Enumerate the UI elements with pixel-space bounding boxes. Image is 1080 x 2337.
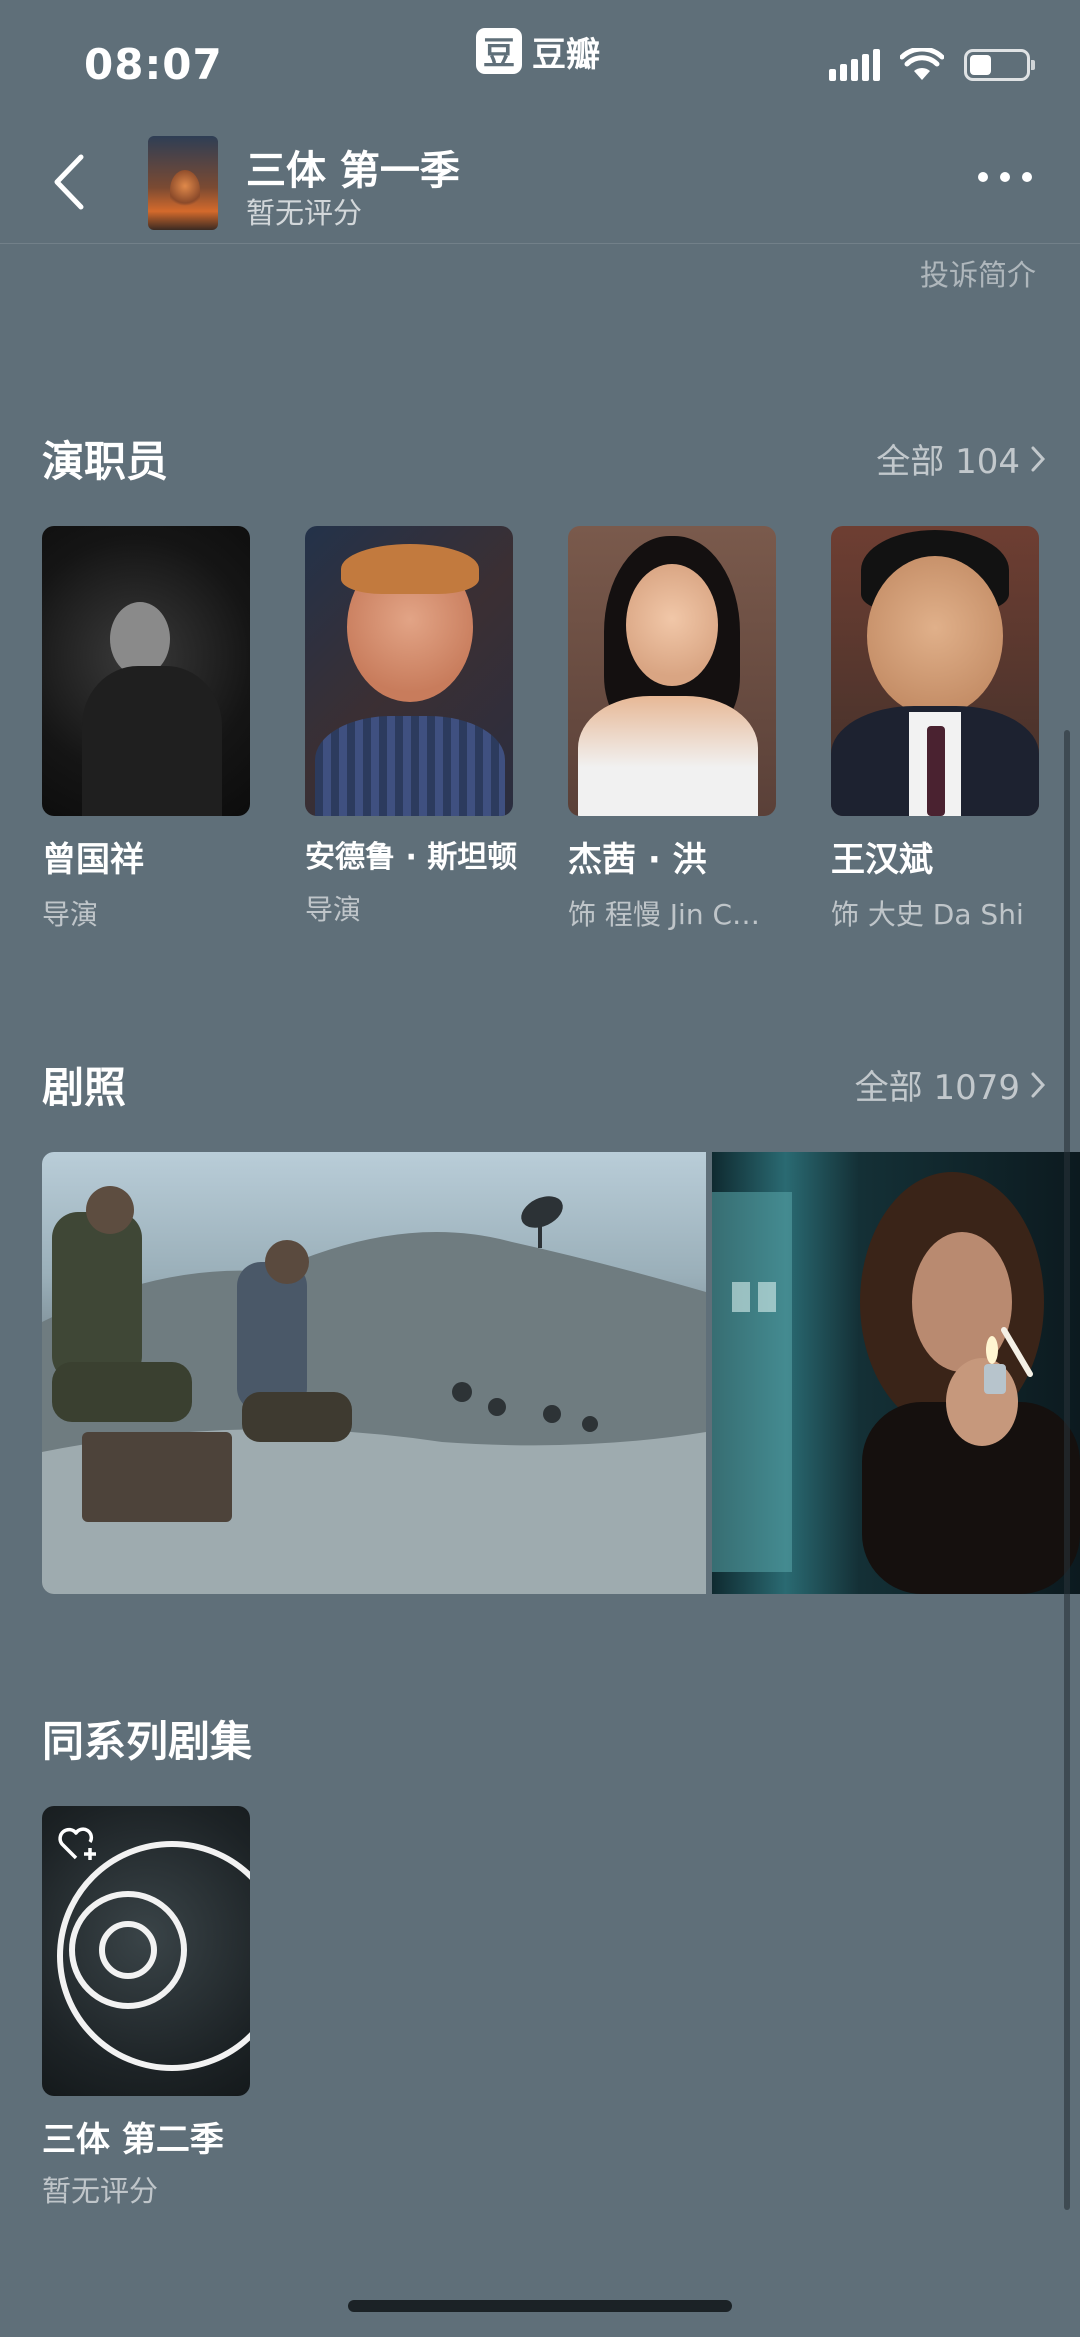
cast-card[interactable]: 安德鲁 · 斯坦顿 导演 [305, 526, 518, 928]
cellular-signal-icon [829, 49, 880, 81]
cast-role: 导演 [42, 898, 99, 931]
cast-photo [568, 526, 776, 816]
still-photo[interactable] [712, 1152, 1080, 1594]
douban-logo-icon: 豆 [476, 28, 522, 74]
nav-bar: 三体 第一季 暂无评分 [0, 120, 1080, 244]
scrollbar[interactable] [1064, 730, 1070, 2210]
cast-name: 曾国祥 [42, 840, 144, 880]
more-options-button[interactable] [978, 172, 1032, 182]
cast-name: 杰茜 · 洪 [568, 840, 707, 880]
stills-section-title: 剧照 [42, 1063, 127, 1112]
cast-count-label: 全部 104 [876, 442, 1020, 482]
app-name: 豆瓣 [532, 34, 600, 75]
cast-photo [305, 526, 513, 816]
cast-card[interactable]: 曾国祥 导演 [42, 526, 250, 933]
back-button[interactable] [38, 150, 98, 214]
report-summary-link[interactable]: 投诉简介 [920, 252, 1036, 294]
cast-photo [42, 526, 250, 816]
wifi-icon [900, 48, 944, 80]
poster-thumbnail[interactable] [148, 136, 218, 230]
page-title: 三体 第一季 [246, 148, 460, 194]
series-item-title: 三体 第二季 [42, 2120, 224, 2160]
status-time: 08:07 [84, 40, 223, 89]
still-scene-snowy-hill [42, 1186, 706, 1594]
stills-count-label: 全部 1079 [854, 1068, 1020, 1108]
home-indicator[interactable] [348, 2300, 732, 2312]
battery-icon [964, 49, 1035, 81]
app-logo: 豆 豆瓣 [476, 28, 600, 75]
chevron-left-icon [54, 154, 84, 210]
rating-text: 暂无评分 [246, 196, 363, 230]
cast-card[interactable]: 王汉斌 饰 大史 Da Shi [831, 526, 1039, 933]
cast-role: 饰 程慢 Jin Ch... [568, 898, 776, 931]
series-section-title: 同系列剧集 [42, 1717, 253, 1766]
status-icons [829, 48, 1035, 82]
cast-section-title: 演职员 [42, 437, 169, 486]
series-item-rating: 暂无评分 [42, 2174, 159, 2208]
still-scene-woman-lighter [712, 1172, 1080, 1594]
cast-view-all-link[interactable]: 全部 104 [876, 434, 1046, 483]
chevron-right-icon [1031, 446, 1046, 471]
chevron-right-icon [1031, 1072, 1046, 1097]
cast-name: 王汉斌 [831, 840, 933, 880]
cast-role: 饰 大史 Da Shi [831, 898, 1024, 931]
stills-view-all-link[interactable]: 全部 1079 [855, 1060, 1046, 1109]
cast-role: 导演 [305, 893, 362, 926]
heart-plus-icon[interactable] [56, 1824, 100, 1864]
cast-name: 安德鲁 · 斯坦顿 [305, 840, 518, 875]
cast-card[interactable]: 杰茜 · 洪 饰 程慢 Jin Ch... [568, 526, 776, 933]
still-photo[interactable] [42, 1152, 706, 1594]
series-card[interactable] [42, 1806, 250, 2096]
cast-photo [831, 526, 1039, 816]
